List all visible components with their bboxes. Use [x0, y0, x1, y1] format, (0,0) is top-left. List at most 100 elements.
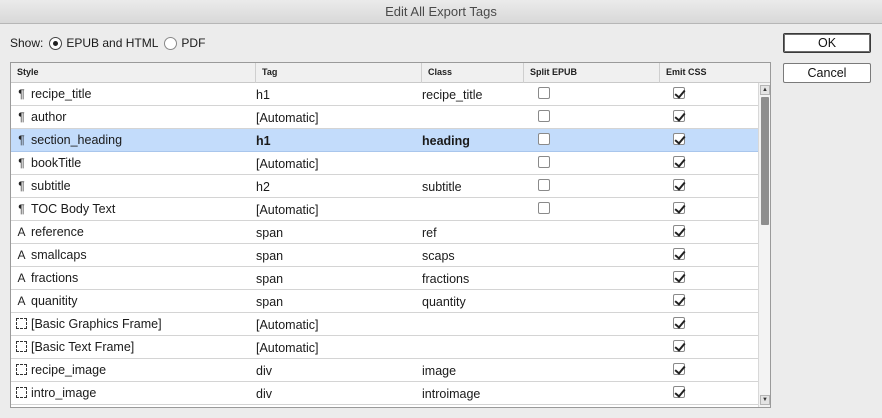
- tag-cell[interactable]: span: [256, 244, 283, 266]
- style-name: TOC Body Text: [31, 202, 116, 216]
- column-header-class[interactable]: Class: [422, 63, 524, 83]
- table-row[interactable]: ¶ bookTitle [Automatic]: [11, 152, 758, 175]
- class-cell[interactable]: quantity: [422, 290, 466, 312]
- emit-css-checkbox[interactable]: [673, 87, 685, 99]
- style-name: recipe_image: [31, 363, 107, 377]
- style-cell: Areference: [16, 221, 84, 243]
- style-name: section_heading: [31, 133, 123, 147]
- emit-css-checkbox[interactable]: [673, 340, 685, 352]
- class-cell[interactable]: image: [422, 359, 456, 381]
- class-cell[interactable]: fractions: [422, 267, 469, 289]
- vertical-scrollbar[interactable]: ▲ ▼: [758, 83, 770, 407]
- emit-css-checkbox[interactable]: [673, 294, 685, 306]
- paragraph-style-icon: ¶: [18, 87, 25, 101]
- split-epub-checkbox[interactable]: [538, 110, 550, 122]
- split-epub-checkbox[interactable]: [538, 202, 550, 214]
- emit-css-checkbox[interactable]: [673, 386, 685, 398]
- emit-css-checkbox[interactable]: [673, 225, 685, 237]
- column-header-tag[interactable]: Tag: [256, 63, 422, 83]
- style-cell: ¶ author: [16, 106, 66, 128]
- split-epub-checkbox[interactable]: [538, 133, 550, 145]
- split-epub-checkbox[interactable]: [538, 156, 550, 168]
- class-cell[interactable]: subtitle: [422, 175, 462, 197]
- scroll-up-arrow-icon[interactable]: ▲: [760, 85, 770, 95]
- cancel-button[interactable]: Cancel: [783, 63, 871, 83]
- column-header-emit-css[interactable]: Emit CSS: [660, 63, 770, 83]
- table-row[interactable]: Areference span ref: [11, 221, 758, 244]
- class-cell[interactable]: heading: [422, 129, 470, 151]
- tag-cell[interactable]: span: [256, 290, 283, 312]
- class-cell[interactable]: scaps: [422, 244, 455, 266]
- tag-cell[interactable]: h1: [256, 83, 270, 105]
- table-row[interactable]: ¶ recipe_title h1 recipe_title: [11, 83, 758, 106]
- radio-epub-html[interactable]: [49, 36, 63, 50]
- table-row[interactable]: ¶ TOC Body Text [Automatic]: [11, 198, 758, 221]
- emit-css-checkbox[interactable]: [673, 248, 685, 260]
- window-title: Edit All Export Tags: [0, 0, 882, 24]
- table-row[interactable]: recipe_image div image: [11, 359, 758, 382]
- class-cell[interactable]: ref: [422, 221, 437, 243]
- tag-cell[interactable]: span: [256, 267, 283, 289]
- object-style-icon: [16, 387, 27, 398]
- style-cell: ¶ bookTitle: [16, 152, 81, 174]
- style-name: smallcaps: [31, 248, 87, 262]
- emit-css-checkbox[interactable]: [673, 202, 685, 214]
- character-style-icon: A: [17, 294, 26, 308]
- tag-cell[interactable]: h2: [256, 175, 270, 197]
- ok-button[interactable]: OK: [783, 33, 871, 53]
- style-cell: [Basic Graphics Frame]: [16, 313, 162, 335]
- style-name: fractions: [31, 271, 79, 285]
- table-row[interactable]: intro_image div introimage: [11, 382, 758, 405]
- table-row[interactable]: Afractions span fractions: [11, 267, 758, 290]
- emit-css-checkbox[interactable]: [673, 271, 685, 283]
- radio-pdf[interactable]: [164, 36, 178, 50]
- style-name: [Basic Graphics Frame]: [31, 317, 162, 331]
- style-name: quanitity: [31, 294, 78, 308]
- paragraph-style-icon: ¶: [18, 133, 25, 147]
- table-row[interactable]: ¶ section_heading h1 heading: [11, 129, 758, 152]
- object-style-icon: [16, 318, 27, 329]
- tag-cell[interactable]: div: [256, 382, 272, 404]
- class-cell[interactable]: recipe_title: [422, 83, 482, 105]
- tag-cell[interactable]: span: [256, 221, 283, 243]
- scroll-down-arrow-icon[interactable]: ▼: [760, 395, 770, 405]
- emit-css-checkbox[interactable]: [673, 133, 685, 145]
- tag-cell[interactable]: [Automatic]: [256, 313, 319, 335]
- paragraph-style-icon: ¶: [18, 156, 25, 170]
- tag-cell[interactable]: h1: [256, 129, 271, 151]
- emit-css-checkbox[interactable]: [673, 110, 685, 122]
- tag-cell[interactable]: [Automatic]: [256, 106, 319, 128]
- table-row[interactable]: [Basic Graphics Frame] [Automatic]: [11, 313, 758, 336]
- table-row[interactable]: Asmallcaps span scaps: [11, 244, 758, 267]
- column-header-style[interactable]: Style: [11, 63, 256, 83]
- show-filter: Show: EPUB and HTML PDF: [10, 34, 205, 52]
- table-row[interactable]: ¶ subtitle h2 subtitle: [11, 175, 758, 198]
- object-style-icon: [16, 341, 27, 352]
- style-name: reference: [31, 225, 84, 239]
- tag-cell[interactable]: div: [256, 359, 272, 381]
- table-row[interactable]: [Basic Text Frame] [Automatic]: [11, 336, 758, 359]
- split-epub-checkbox[interactable]: [538, 87, 550, 99]
- style-cell: ¶ recipe_title: [16, 83, 91, 105]
- emit-css-checkbox[interactable]: [673, 179, 685, 191]
- paragraph-style-icon: ¶: [18, 179, 25, 193]
- tag-cell[interactable]: [Automatic]: [256, 198, 319, 220]
- paragraph-style-icon: ¶: [18, 202, 25, 216]
- column-header-split-epub[interactable]: Split EPUB: [524, 63, 660, 83]
- radio-epub-html-label[interactable]: EPUB and HTML: [66, 36, 158, 50]
- style-cell: ¶ section_heading: [16, 129, 122, 151]
- emit-css-checkbox[interactable]: [673, 317, 685, 329]
- split-epub-checkbox[interactable]: [538, 179, 550, 191]
- emit-css-checkbox[interactable]: [673, 363, 685, 375]
- table-row[interactable]: Aquanitity span quantity: [11, 290, 758, 313]
- table-row[interactable]: ¶ author [Automatic]: [11, 106, 758, 129]
- scrollbar-thumb[interactable]: [761, 97, 769, 225]
- emit-css-checkbox[interactable]: [673, 156, 685, 168]
- style-name: recipe_title: [31, 87, 92, 101]
- class-cell[interactable]: introimage: [422, 382, 480, 404]
- style-name: subtitle: [31, 179, 71, 193]
- style-name: bookTitle: [31, 156, 82, 170]
- tag-cell[interactable]: [Automatic]: [256, 152, 319, 174]
- radio-pdf-label[interactable]: PDF: [181, 36, 205, 50]
- tag-cell[interactable]: [Automatic]: [256, 336, 319, 358]
